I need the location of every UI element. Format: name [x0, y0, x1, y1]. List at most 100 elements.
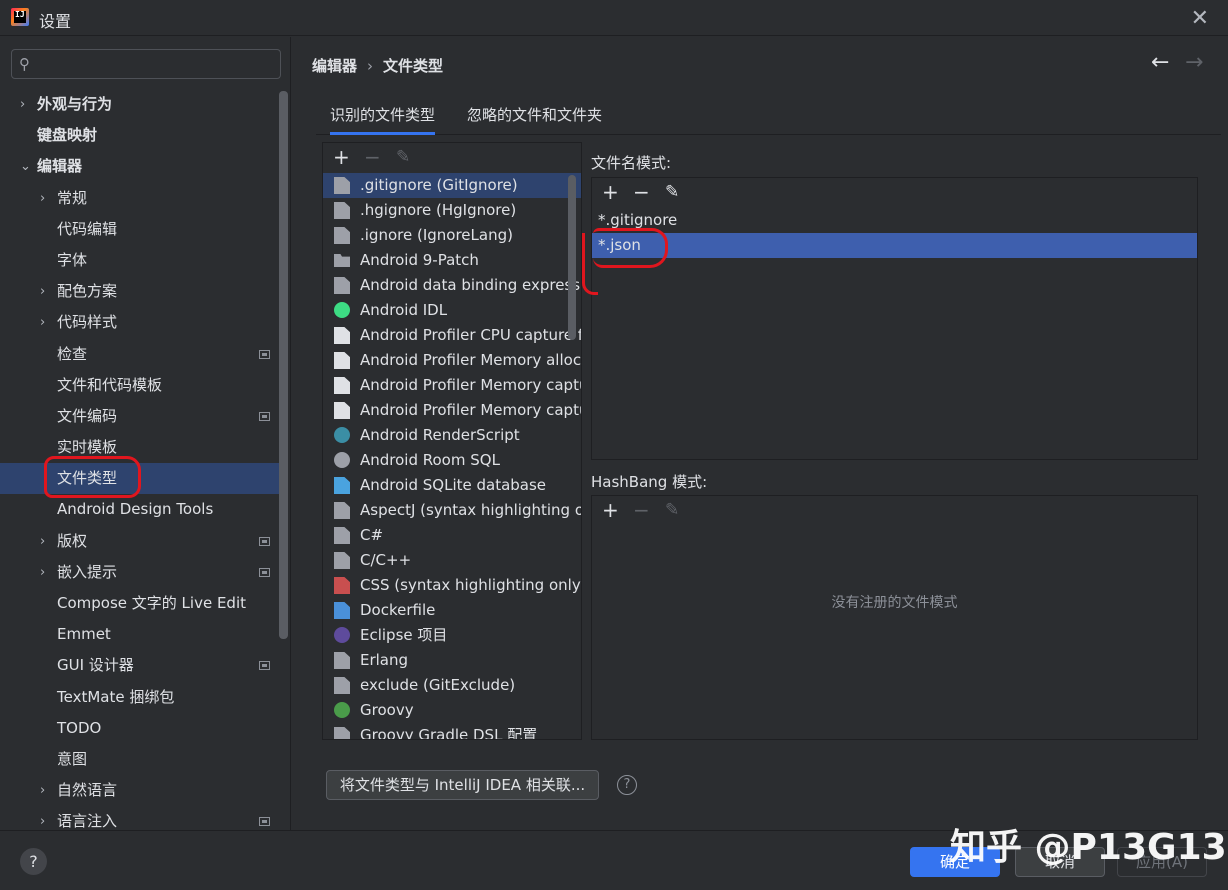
sidebar-item[interactable]: › 语言注入	[0, 806, 280, 830]
edit-pattern-icon[interactable]: ✎	[665, 182, 679, 202]
file-type-item[interactable]: Dockerfile	[323, 598, 581, 623]
search-icon: ⚲	[19, 55, 30, 73]
pattern-item[interactable]: *.json	[592, 233, 1197, 258]
file-type-item[interactable]: Erlang	[323, 648, 581, 673]
file-type-item[interactable]: Android 9-Patch	[323, 248, 581, 273]
sidebar-item[interactable]: 实时模板	[0, 432, 280, 463]
file-type-item[interactable]: AspectJ (syntax highlighting or	[323, 498, 581, 523]
sidebar-item[interactable]: 代码编辑	[0, 214, 280, 245]
sidebar-item[interactable]: TextMate 捆绑包	[0, 682, 280, 713]
sidebar-item-label: 文件编码	[57, 406, 118, 425]
file-type-item[interactable]: Android Profiler CPU capture fi	[323, 323, 581, 348]
file-type-item[interactable]: C/C++	[323, 548, 581, 573]
add-pattern-icon[interactable]: +	[602, 180, 619, 204]
sidebar-item[interactable]: 键盘映射	[0, 120, 280, 151]
sidebar-item-label: 版权	[57, 531, 88, 550]
breadcrumb: 编辑器 › 文件类型	[312, 55, 443, 76]
sidebar-item[interactable]: TODO	[0, 713, 280, 744]
sidebar-item[interactable]: 文件类型	[0, 463, 280, 495]
file-type-item[interactable]: Android Profiler Memory captu	[323, 398, 581, 423]
associate-file-types-button[interactable]: 将文件类型与 IntelliJ IDEA 相关联...	[326, 770, 599, 800]
sidebar-item[interactable]: Emmet	[0, 619, 280, 650]
sidebar-item[interactable]: 检查	[0, 339, 280, 370]
sidebar-item[interactable]: › 常规	[0, 183, 280, 214]
sidebar-item[interactable]: › 外观与行为	[0, 89, 280, 120]
file-type-name: Android data binding expressio	[360, 276, 581, 294]
chevron-right-icon[interactable]: ›	[40, 806, 45, 830]
file-type-item[interactable]: C#	[323, 523, 581, 548]
help-button[interactable]: ?	[20, 848, 47, 875]
edit-pencil-icon[interactable]: ✎	[396, 147, 410, 167]
back-arrow-icon[interactable]: ←	[1151, 50, 1169, 75]
help-hint-icon[interactable]: ?	[617, 775, 637, 795]
sidebar-item[interactable]: › 自然语言	[0, 775, 280, 806]
sidebar-item[interactable]: › 嵌入提示	[0, 557, 280, 588]
sidebar-item[interactable]: Android Design Tools	[0, 494, 280, 525]
file-icon	[334, 677, 350, 694]
remove-hashbang-icon[interactable]: −	[633, 498, 650, 522]
file-type-name: Android RenderScript	[360, 426, 520, 444]
file-type-name: .hgignore (HgIgnore)	[360, 201, 517, 219]
tab-ignored-files[interactable]: 忽略的文件和文件夹	[467, 104, 602, 125]
chevron-down-icon[interactable]: ⌄	[20, 151, 31, 182]
sidebar-item[interactable]: Compose 文字的 Live Edit	[0, 588, 280, 619]
chevron-right-icon[interactable]: ›	[40, 307, 45, 338]
file-type-item[interactable]: exclude (GitExclude)	[323, 673, 581, 698]
project-scope-icon	[259, 817, 270, 827]
add-icon[interactable]: +	[333, 145, 350, 169]
chevron-right-icon[interactable]: ›	[40, 526, 45, 557]
remove-icon[interactable]: −	[364, 145, 381, 169]
file-type-name: C#	[360, 526, 384, 544]
pattern-item[interactable]: *.gitignore	[592, 208, 1197, 233]
sidebar-item-label: TODO	[57, 718, 102, 737]
profiler-file-icon	[334, 327, 350, 344]
search-input[interactable]	[42, 54, 272, 74]
add-hashbang-icon[interactable]: +	[602, 498, 619, 522]
sidebar-item[interactable]: ⌄ 编辑器	[0, 151, 280, 182]
sidebar-scrollbar[interactable]	[279, 91, 288, 639]
breadcrumb-parent[interactable]: 编辑器	[312, 57, 357, 75]
search-field[interactable]: ⚲	[11, 49, 281, 79]
chevron-right-icon[interactable]: ›	[40, 183, 45, 214]
sidebar-item[interactable]: › 版权	[0, 526, 280, 557]
sidebar-item[interactable]: › 配色方案	[0, 276, 280, 307]
chevron-right-icon[interactable]: ›	[40, 276, 45, 307]
sidebar-item-label: Android Design Tools	[57, 500, 214, 519]
breadcrumb-current: 文件类型	[383, 57, 444, 75]
file-type-item[interactable]: .ignore (IgnoreLang)	[323, 223, 581, 248]
file-type-name: AspectJ (syntax highlighting or	[360, 501, 581, 519]
file-type-item[interactable]: .gitignore (GitIgnore)	[323, 173, 581, 198]
chevron-right-icon[interactable]: ›	[40, 775, 45, 806]
file-type-item[interactable]: Android IDL	[323, 298, 581, 323]
file-type-scrollbar[interactable]	[568, 175, 576, 340]
settings-tree: › 外观与行为 键盘映射 ⌄ 编辑器 › 常规 代码编辑 字体 › 配色方案 › 代码样式 检查 文件和代码…	[0, 89, 280, 830]
file-type-item[interactable]: Groovy Gradle DSL 配置	[323, 723, 581, 739]
chevron-right-icon[interactable]: ›	[40, 557, 45, 588]
tab-recognized-file-types[interactable]: 识别的文件类型	[330, 104, 436, 135]
file-type-item[interactable]: Android RenderScript	[323, 423, 581, 448]
file-type-item[interactable]: CSS (syntax highlighting only)	[323, 573, 581, 598]
close-icon[interactable]: ✕	[1191, 6, 1209, 31]
forward-arrow-icon[interactable]: →	[1185, 50, 1203, 75]
file-type-name: Android Profiler Memory captu	[360, 376, 581, 394]
sidebar-item[interactable]: › 代码样式	[0, 307, 280, 338]
edit-hashbang-icon[interactable]: ✎	[665, 500, 679, 520]
sidebar-item-label: 自然语言	[57, 781, 118, 800]
chevron-right-icon[interactable]: ›	[20, 89, 25, 120]
file-type-item[interactable]: Android data binding expressio	[323, 273, 581, 298]
sidebar-item[interactable]: 文件和代码模板	[0, 370, 280, 401]
sidebar-item[interactable]: GUI 设计器	[0, 650, 280, 681]
file-type-item[interactable]: .hgignore (HgIgnore)	[323, 198, 581, 223]
file-type-item[interactable]: Android SQLite database	[323, 473, 581, 498]
sidebar-item[interactable]: 字体	[0, 245, 280, 276]
remove-pattern-icon[interactable]: −	[633, 180, 650, 204]
file-type-item[interactable]: Android Room SQL	[323, 448, 581, 473]
file-type-item[interactable]: Eclipse 项目	[323, 623, 581, 648]
sidebar-item[interactable]: 意图	[0, 744, 280, 775]
sidebar-item[interactable]: 文件编码	[0, 401, 280, 432]
file-type-item[interactable]: Android Profiler Memory alloc	[323, 348, 581, 373]
window-title: 设置	[39, 12, 72, 31]
project-scope-icon	[259, 411, 270, 421]
file-type-item[interactable]: Android Profiler Memory captu	[323, 373, 581, 398]
file-type-item[interactable]: Groovy	[323, 698, 581, 723]
